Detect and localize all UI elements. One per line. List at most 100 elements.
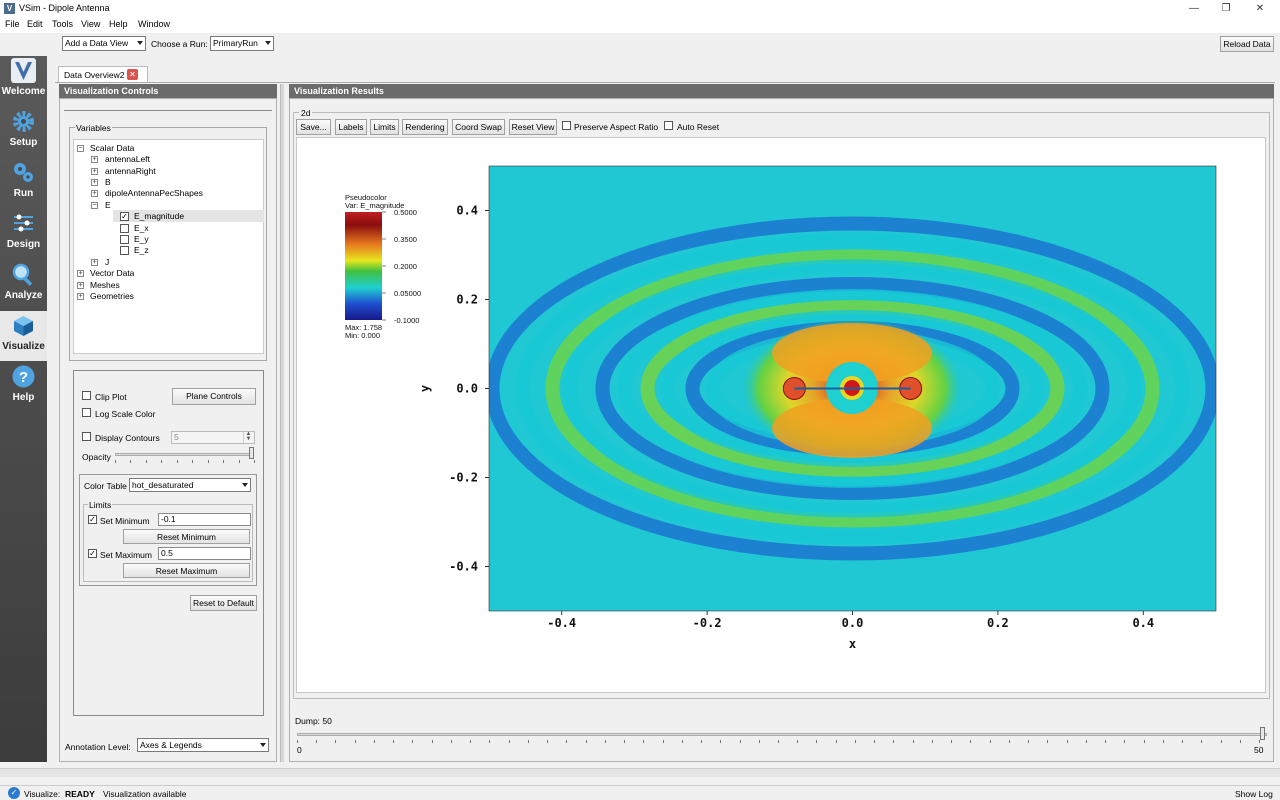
nav-help[interactable]: ? Help xyxy=(0,362,47,412)
collapse-icon[interactable]: − xyxy=(91,202,98,209)
question-icon: ? xyxy=(12,365,35,388)
display-contours-checkbox[interactable] xyxy=(82,432,91,441)
annotation-level-label: Annotation Level: xyxy=(65,742,131,752)
legend-tick-label: 0.3500 xyxy=(394,235,417,244)
expand-icon[interactable]: + xyxy=(91,179,98,186)
opacity-slider[interactable] xyxy=(115,453,254,456)
x-axis-label: x xyxy=(849,637,856,651)
menu-window[interactable]: Window xyxy=(138,19,170,29)
dump-label: Dump: 50 xyxy=(295,716,332,726)
auto-reset-checkbox[interactable] xyxy=(664,121,673,130)
clip-plot-checkbox[interactable] xyxy=(82,391,91,400)
run-dropdown[interactable]: PrimaryRun xyxy=(210,36,274,51)
slider-min-label: 0 xyxy=(297,745,302,755)
spin-arrows-icon[interactable]: ▲ ▼ xyxy=(243,431,253,443)
collapse-icon[interactable]: − xyxy=(77,145,84,152)
dump-slider-handle[interactable] xyxy=(1260,727,1265,740)
variables-label: Variables xyxy=(75,123,112,133)
expand-icon[interactable]: + xyxy=(77,270,84,277)
y-tick-label: -0.2 xyxy=(449,471,478,485)
slider-tick xyxy=(1201,740,1202,743)
tab-data-overview[interactable]: Data Overview2 ✕ xyxy=(58,66,148,82)
chevron-down-icon xyxy=(137,41,143,45)
minimum-input[interactable]: -0.1 xyxy=(158,513,251,526)
checkbox-e-y[interactable] xyxy=(120,235,129,244)
nav-run[interactable]: Run xyxy=(0,158,47,208)
plane-controls-button[interactable]: Plane Controls xyxy=(172,388,256,405)
menu-view[interactable]: View xyxy=(81,19,100,29)
slider-tick xyxy=(701,740,702,743)
y-axis-label: y xyxy=(418,385,432,392)
menu-help[interactable]: Help xyxy=(109,19,128,29)
heatmap-plot[interactable]: -0.4 -0.2 0.0 0.2 0.40.40.20.0-0.2-0.4xyPseu… xyxy=(297,138,1265,692)
opacity-slider-handle[interactable] xyxy=(249,447,254,459)
show-log-button[interactable]: Show Log xyxy=(1235,789,1273,799)
expand-icon[interactable]: + xyxy=(91,168,98,175)
rendering-button[interactable]: Rendering xyxy=(402,119,448,135)
slider-tick xyxy=(720,740,721,743)
maximum-input[interactable]: 0.5 xyxy=(158,547,251,560)
nav-label: Help xyxy=(12,392,35,403)
reset-view-button[interactable]: Reset View xyxy=(509,119,557,135)
close-icon[interactable]: ✕ xyxy=(127,69,138,80)
tree-label: B xyxy=(105,177,111,187)
slider-tick xyxy=(177,460,178,463)
restore-button[interactable]: ❐ xyxy=(1210,0,1242,17)
controls-header: Visualization Controls xyxy=(59,84,277,98)
add-data-view-dropdown[interactable]: Add a Data View xyxy=(62,36,146,51)
menu-tools[interactable]: Tools xyxy=(52,19,73,29)
slider-tick xyxy=(528,740,529,743)
save-button[interactable]: Save... xyxy=(296,119,331,135)
annotation-level-dropdown[interactable]: Axes & Legends xyxy=(137,738,269,752)
menu-file[interactable]: File xyxy=(5,19,20,29)
expand-icon[interactable]: + xyxy=(77,282,84,289)
dump-slider[interactable] xyxy=(297,733,1267,736)
horizontal-scrollbar[interactable] xyxy=(0,768,1280,777)
expand-icon[interactable]: + xyxy=(91,259,98,266)
color-table-dropdown[interactable]: hot_desaturated xyxy=(129,478,251,492)
x-tick-label: -0.2 xyxy=(693,616,722,630)
slider-tick xyxy=(355,740,356,743)
nav-welcome[interactable]: Welcome xyxy=(0,56,47,106)
expand-icon[interactable]: + xyxy=(91,190,98,197)
design-icon xyxy=(14,214,33,232)
reset-to-default-button[interactable]: Reset to Default xyxy=(190,595,257,611)
reset-maximum-button[interactable]: Reset Maximum xyxy=(123,563,250,578)
expand-icon[interactable]: + xyxy=(77,293,84,300)
log-scale-checkbox[interactable] xyxy=(82,408,91,417)
plot-canvas[interactable]: -0.4 -0.2 0.0 0.2 0.4 0.4 0.2 0.0 -0.2 -0.4 x y Pseu… xyxy=(296,137,1266,693)
set-maximum-checkbox[interactable]: ✓ xyxy=(88,549,97,558)
nav-design[interactable]: Design xyxy=(0,209,47,259)
checkbox-e-z[interactable] xyxy=(120,246,129,255)
checkbox-e-x[interactable] xyxy=(120,224,129,233)
expand-icon[interactable]: + xyxy=(91,156,98,163)
nav-visualize[interactable]: Visualize xyxy=(0,311,47,361)
contours-spinbox[interactable]: 5 ▲ ▼ xyxy=(171,431,255,444)
reset-minimum-button[interactable]: Reset Minimum xyxy=(123,529,250,544)
labels-button[interactable]: Labels xyxy=(335,119,367,135)
limits-button[interactable]: Limits xyxy=(370,119,399,135)
set-minimum-checkbox[interactable]: ✓ xyxy=(88,515,97,524)
chevron-down-icon xyxy=(242,483,248,487)
menu-bar: File Edit Tools View Help Window xyxy=(0,17,1280,33)
minimize-button[interactable]: — xyxy=(1178,0,1210,17)
clip-plot-label: Clip Plot xyxy=(95,392,127,402)
slider-tick xyxy=(1028,740,1029,743)
nav-label: Visualize xyxy=(2,341,45,352)
nav-setup[interactable]: Setup xyxy=(0,107,47,157)
magnifier-icon xyxy=(12,263,33,286)
panel-splitter[interactable] xyxy=(280,84,284,762)
variables-tree[interactable] xyxy=(73,139,264,354)
tree-label: dipoleAntennaPecShapes xyxy=(105,188,203,198)
preserve-aspect-checkbox[interactable] xyxy=(562,121,571,130)
slider-tick xyxy=(432,740,433,743)
nav-label: Run xyxy=(13,188,34,199)
nav-label: Setup xyxy=(9,137,38,148)
nav-analyze[interactable]: Analyze xyxy=(0,260,47,310)
checkbox-e-magnitude[interactable]: ✓ xyxy=(120,212,129,221)
close-window-button[interactable]: ✕ xyxy=(1244,0,1276,17)
coord-swap-button[interactable]: Coord Swap xyxy=(452,119,505,135)
divider xyxy=(64,110,272,111)
reload-data-button[interactable]: Reload Data xyxy=(1220,36,1274,52)
menu-edit[interactable]: Edit xyxy=(27,19,43,29)
